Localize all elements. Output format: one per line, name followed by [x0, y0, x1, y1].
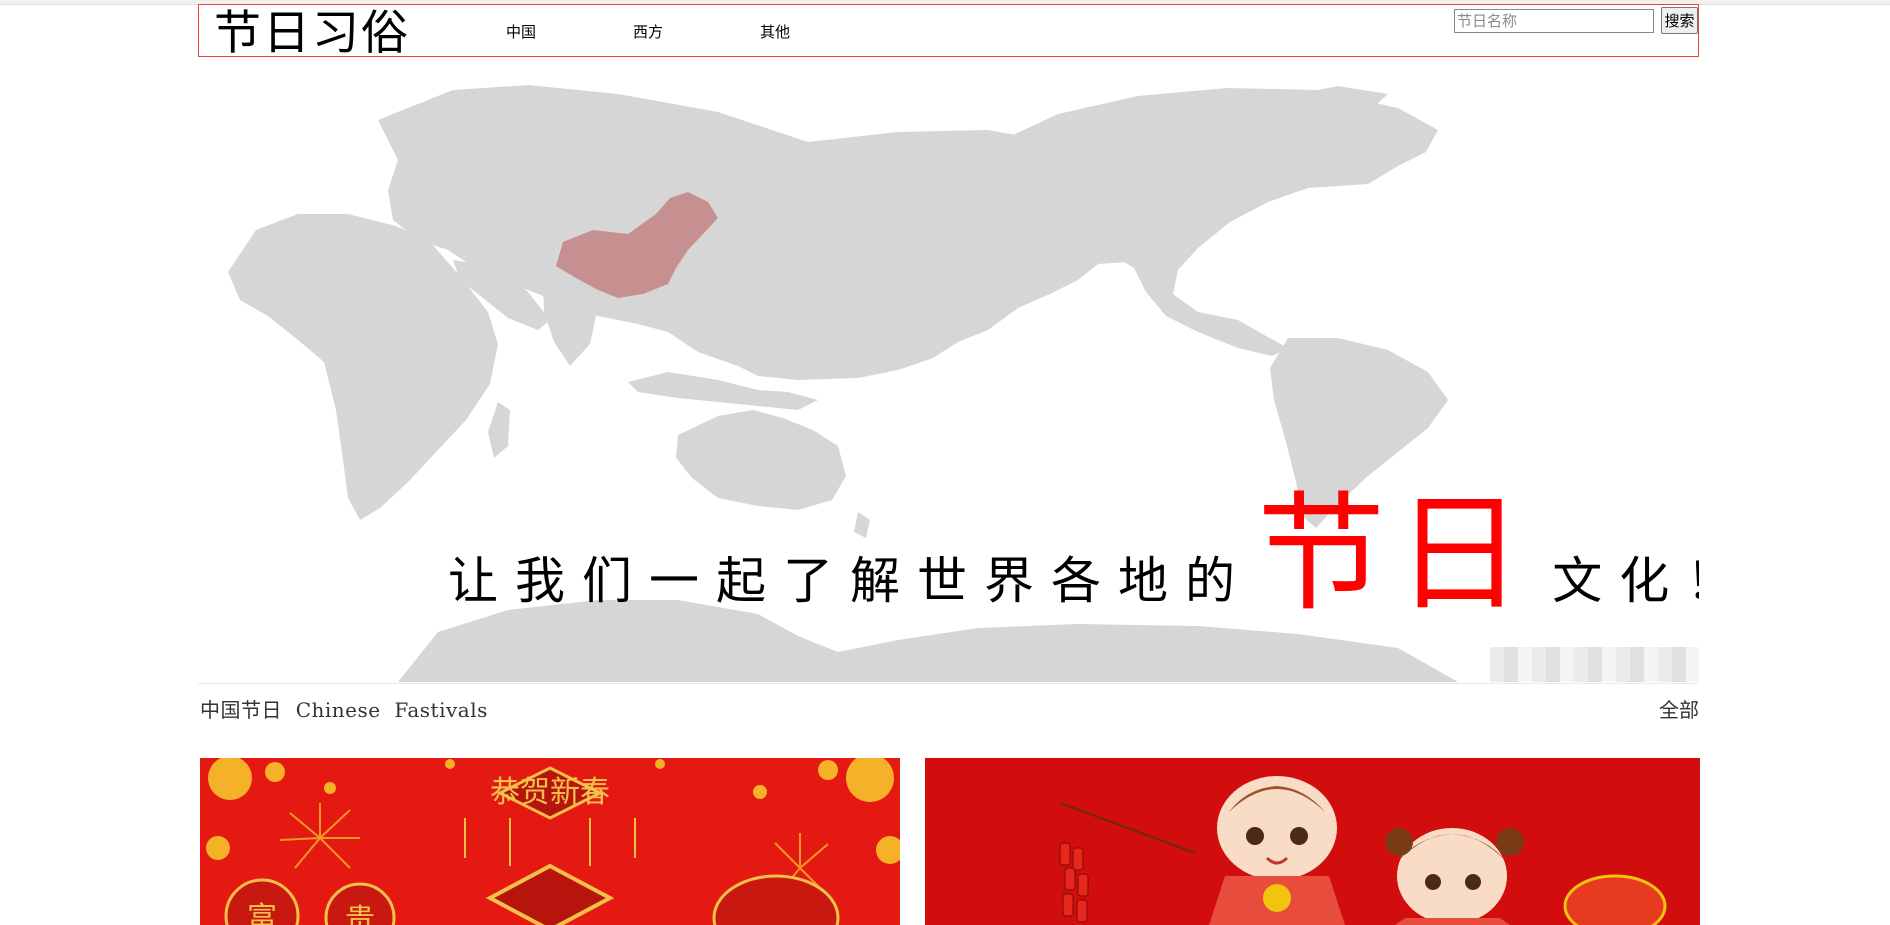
- spring-festival-image: 恭贺新春 富 贵: [200, 758, 900, 925]
- nav-item-china[interactable]: 中国: [506, 21, 536, 42]
- hero-banner: 让我们一起了解世界各地的 节日 文化！: [198, 80, 1699, 682]
- nav-item-western[interactable]: 西方: [633, 21, 663, 42]
- search-input[interactable]: [1454, 9, 1654, 33]
- site-header: 节日习俗 中国 西方 其他 搜索: [198, 4, 1699, 59]
- festival-card-new-year[interactable]: [925, 758, 1700, 925]
- card-banner-text: 恭贺新春: [490, 775, 610, 810]
- festival-card-spring[interactable]: 恭贺新春 富 贵: [200, 758, 900, 925]
- view-all-link[interactable]: 全部: [1659, 694, 1699, 723]
- site-logo[interactable]: 节日习俗: [214, 9, 410, 59]
- section-title: 中国节日 Chinese Fastivals: [200, 698, 488, 722]
- hero-slogan: 让我们一起了解世界各地的 节日 文化！: [448, 450, 1699, 635]
- slogan-text-before: 让我们一起了解世界各地的: [448, 552, 1252, 610]
- new-year-kids-image: [925, 758, 1700, 925]
- card-char-fu: 富: [247, 901, 277, 925]
- slogan-text-after: 文化！: [1552, 552, 1699, 610]
- card-char-gui: 贵: [345, 903, 375, 925]
- slogan-highlight: 节日: [1257, 480, 1534, 629]
- nav-item-other[interactable]: 其他: [760, 21, 790, 42]
- watermark-blur: [1490, 647, 1699, 682]
- search-button[interactable]: 搜索: [1661, 7, 1698, 34]
- section-header: 中国节日 Chinese Fastivals 全部: [198, 683, 1699, 724]
